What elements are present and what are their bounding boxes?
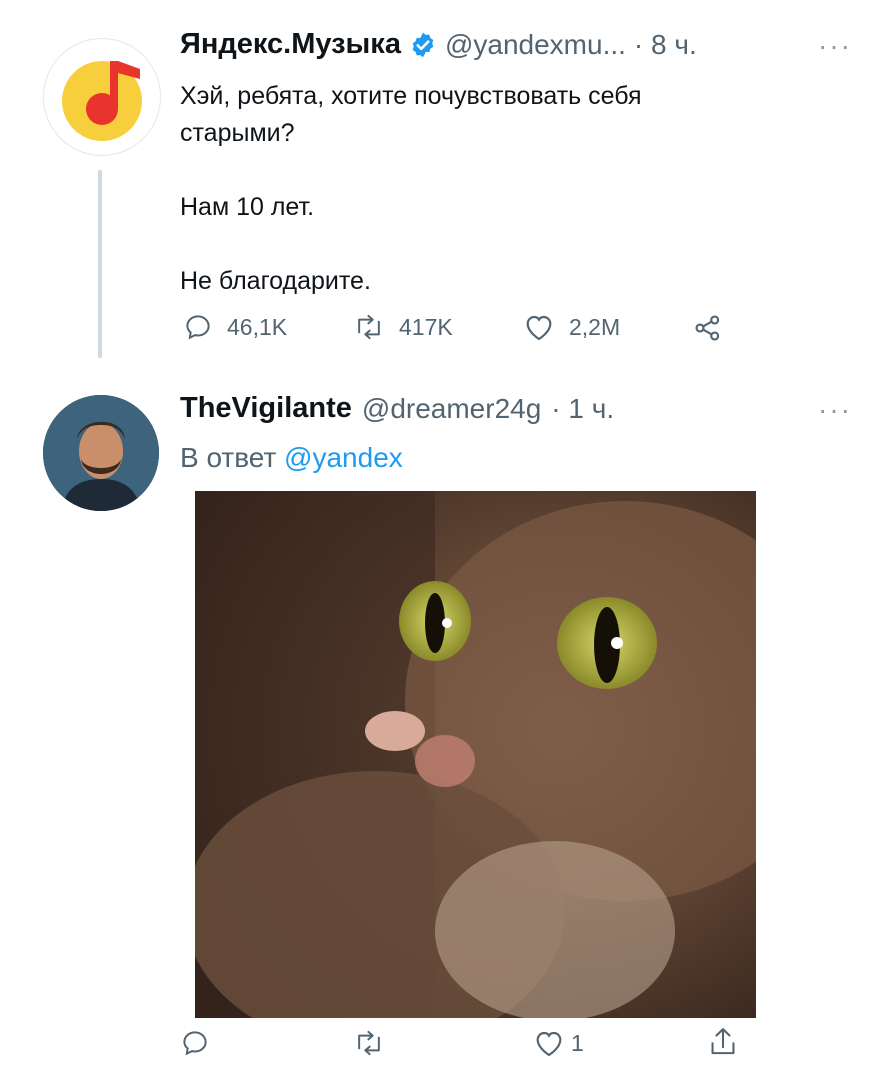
retweet-count: 417K [399,313,453,340]
cat-photo[interactable] [195,491,756,1018]
heart-icon [536,1031,562,1057]
reply-icon [183,1031,207,1056]
retweet-icon [358,314,380,340]
yandex-music-logo-icon [62,61,142,141]
author-handle[interactable]: @yandexmu... [445,29,626,61]
reply-button-2[interactable] [180,1028,224,1058]
retweet-button-2[interactable] [353,1028,399,1058]
like-button[interactable]: 2,2M [523,312,620,342]
replying-to-label: В ответ [180,442,277,473]
retweet-button[interactable]: 417K [353,312,453,342]
retweet-icon [358,1030,380,1056]
user-avatar[interactable] [43,395,159,511]
share-button-2[interactable] [707,1025,739,1059]
thread-line [98,170,102,358]
tweet-header: Яндекс.Музыка @yandexmu... · 8 ч. [180,28,697,61]
reply-more-options-icon[interactable]: ··· [818,394,852,426]
share-icon [695,315,720,341]
reply-time[interactable]: · 1 ч. [551,393,614,425]
tweet-text-line: Хэй, ребята, хотите почувствовать себя [180,82,642,110]
tweet-text: Хэй, ребята, хотите почувствовать себя с… [180,78,800,300]
tweet-text-line: старыми? [180,119,295,147]
yandex-music-avatar[interactable] [43,38,161,156]
reply-header: TheVigilante @dreamer24g · 1 ч. [180,392,614,425]
author-name[interactable]: Яндекс.Музыка [180,28,401,61]
reply-icon [186,315,210,340]
user-avatar-portrait-icon [43,395,159,511]
tweet-text-line: Не благодарите. [180,267,371,295]
replying-to-link[interactable]: @yandex [284,442,403,473]
heart-icon [526,315,552,341]
more-options-icon[interactable]: ··· [818,30,852,62]
reply-count: 46,1K [227,313,288,340]
share-upload-icon [711,1028,735,1055]
reply-author-name[interactable]: TheVigilante [180,392,352,425]
replying-to: В ответ @yandex [180,442,403,474]
reply-author-handle[interactable]: @dreamer24g [362,393,541,425]
share-button[interactable] [692,312,724,344]
verified-badge-icon [412,32,434,57]
tweet-time[interactable]: · 8 ч. [634,29,697,61]
like-count-2: 1 [571,1029,584,1056]
like-count: 2,2M [569,313,621,340]
cat-photo-image-icon [195,491,756,1018]
like-button-2[interactable]: 1 [533,1028,584,1058]
tweet-text-line: Нам 10 лет. [180,193,315,221]
reply-button[interactable]: 46,1K [183,312,287,342]
